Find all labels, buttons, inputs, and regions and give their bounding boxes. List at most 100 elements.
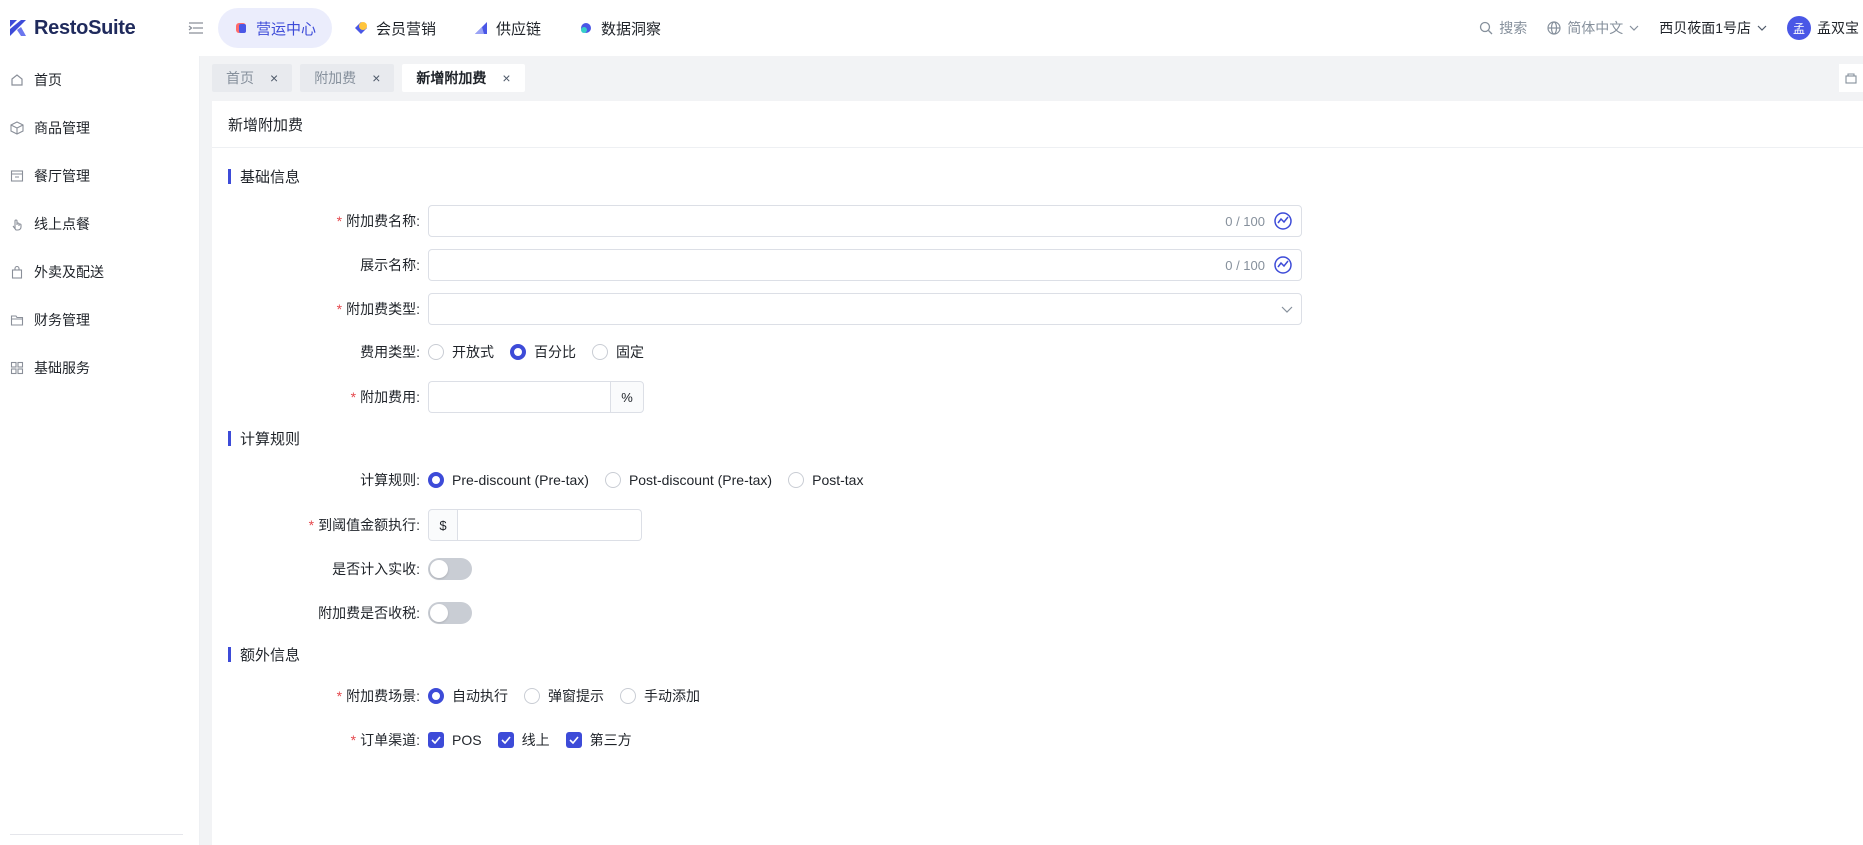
search-button[interactable]: 搜索 [1479, 18, 1527, 38]
display-name-label: 展示名称: [360, 257, 420, 273]
fee-type-fixed-radio[interactable]: 固定 [592, 342, 644, 362]
store-selector[interactable]: 西贝莜面1号店 [1659, 18, 1767, 38]
tab-new-surcharge[interactable]: 新增附加费 × [402, 64, 525, 92]
row-surcharge-name: * 附加费名称: 0 / 100 [212, 205, 1302, 237]
radio-circle [428, 472, 444, 488]
sidebar-item-home[interactable]: 首页 [0, 56, 199, 104]
count-revenue-label: 是否计入实收: [332, 561, 420, 577]
row-threshold: * 到阈值金额执行: $ [212, 509, 642, 541]
radio-label: Pre-discount (Pre-tax) [452, 472, 589, 488]
ai-translate-icon[interactable] [1273, 255, 1293, 275]
tab-home[interactable]: 首页 × [212, 64, 293, 92]
row-fee-type: 费用类型: 开放式 百分比 固定 [212, 336, 644, 368]
threshold-label: * 到阈值金额执行: [212, 515, 428, 535]
user-menu[interactable]: 孟 孟双宝 [1787, 16, 1859, 40]
surcharge-type-select[interactable] [428, 293, 1302, 325]
checkbox-checked-icon [565, 732, 582, 748]
row-calc-rule: 计算规则: Pre-discount (Pre-tax) Post-discou… [212, 464, 863, 496]
taxable-toggle[interactable] [428, 602, 472, 624]
channel-third-party-checkbox[interactable]: 第三方 [565, 730, 632, 750]
fee-type-open-radio[interactable]: 开放式 [428, 342, 494, 362]
sidebar-item-label: 商品管理 [34, 120, 90, 136]
fee-type-percent-radio[interactable]: 百分比 [510, 342, 576, 362]
channel-label: * 订单渠道: [212, 730, 428, 750]
fee-amount-label: * 附加费用: [212, 387, 428, 407]
tab-surcharge[interactable]: 附加费 × [300, 64, 395, 92]
display-name-input[interactable]: 0 / 100 [428, 249, 1302, 281]
top-nav: 营运中心 会员营销 供应链 数据洞察 [218, 8, 677, 48]
search-label: 搜索 [1499, 20, 1528, 36]
calc-rule-radio-group: Pre-discount (Pre-tax) Post-discount (Pr… [428, 472, 863, 488]
scene-auto-radio[interactable]: 自动执行 [428, 686, 508, 706]
close-icon[interactable]: × [372, 70, 380, 86]
store-icon [10, 169, 24, 183]
sidebar-item-finance[interactable]: 财务管理 [0, 296, 199, 344]
taxable-label: 附加费是否收税: [318, 605, 420, 621]
calc-post-discount-radio[interactable]: Post-discount (Pre-tax) [604, 472, 772, 488]
radio-circle [788, 472, 805, 488]
sidebar-item-basic-services[interactable]: 基础服务 [0, 344, 199, 392]
char-count: 0 / 100 [1225, 213, 1265, 229]
surcharge-name-label-text: 附加费名称: [346, 213, 420, 229]
surcharge-name-input[interactable]: 0 / 100 [428, 205, 1302, 237]
page-tabs: 首页 × 附加费 × 新增附加费 × [212, 64, 525, 92]
radio-circle [604, 472, 621, 488]
dollar-prefix: $ [428, 509, 458, 541]
scene-manual-radio[interactable]: 手动添加 [620, 686, 700, 706]
hand-icon [10, 217, 24, 231]
sidebar-item-delivery[interactable]: 外卖及配送 [0, 248, 199, 296]
topnav-operations[interactable]: 营运中心 [218, 8, 333, 48]
sidebar-item-restaurant[interactable]: 餐厅管理 [0, 152, 199, 200]
radio-label: Post-tax [812, 472, 864, 488]
tab-label: 首页 [226, 70, 254, 86]
calc-pre-discount-radio[interactable]: Pre-discount (Pre-tax) [428, 472, 589, 488]
radio-label: 百分比 [534, 344, 576, 360]
globe-icon [1547, 21, 1561, 35]
channel-pos-checkbox[interactable]: POS [428, 732, 482, 748]
chevron-down-icon [1757, 25, 1767, 31]
radio-circle [428, 344, 444, 360]
radio-circle [428, 688, 444, 704]
section-basic-info: 基础信息 [228, 166, 300, 187]
sidebar: 首页 商品管理 餐厅管理 线上点餐 外卖及配送 财务管理 基础服务 [0, 56, 200, 845]
fee-amount-input[interactable] [428, 381, 610, 413]
ai-translate-icon[interactable] [1273, 211, 1293, 231]
scene-radio-group: 自动执行 弹窗提示 手动添加 [428, 686, 700, 706]
tab-menu-icon[interactable] [1839, 64, 1863, 92]
surcharge-type-label: * 附加费类型: [212, 299, 428, 319]
row-taxable: 附加费是否收税: [212, 597, 472, 629]
channel-online-checkbox[interactable]: 线上 [497, 730, 550, 750]
topnav-label: 营运中心 [256, 20, 317, 38]
topnav-supply-chain[interactable]: 供应链 [458, 8, 557, 48]
sidebar-item-products[interactable]: 商品管理 [0, 104, 199, 152]
user-name: 孟双宝 [1817, 20, 1859, 36]
bag-icon [10, 265, 24, 279]
language-selector[interactable]: 简体中文 [1547, 18, 1639, 38]
row-fee-amount: * 附加费用: % [212, 381, 644, 413]
collapse-sidebar-icon[interactable] [186, 18, 206, 38]
topnav-membership[interactable]: 会员营销 [338, 8, 452, 48]
topnav-data-insights[interactable]: 数据洞察 [563, 8, 677, 48]
top-bar: RestoSuite 营运中心 会员营销 供应链 数据洞察 搜索 简体中文 西贝… [0, 0, 1863, 56]
top-right-tools: 搜索 简体中文 西贝莜面1号店 孟 孟双宝 [1479, 16, 1863, 40]
close-icon[interactable]: × [270, 70, 278, 86]
count-revenue-toggle[interactable] [428, 558, 472, 580]
close-icon[interactable]: × [502, 70, 510, 86]
radio-circle [524, 688, 540, 704]
logo[interactable]: RestoSuite [8, 17, 178, 40]
radio-label: 手动添加 [644, 688, 700, 704]
radio-circle [510, 344, 526, 360]
logo-mark-icon [10, 20, 26, 36]
radio-label: 弹窗提示 [548, 688, 604, 704]
threshold-input[interactable] [458, 509, 642, 541]
threshold-label-text: 到阈值金额执行: [318, 517, 420, 533]
scene-popup-radio[interactable]: 弹窗提示 [524, 686, 604, 706]
sidebar-item-label: 首页 [34, 72, 62, 88]
radio-label: 固定 [616, 344, 644, 360]
language-label: 简体中文 [1567, 20, 1624, 36]
topnav-label: 数据洞察 [601, 20, 662, 38]
calc-post-tax-radio[interactable]: Post-tax [788, 472, 863, 488]
checkbox-label: POS [452, 732, 482, 748]
sidebar-item-online-order[interactable]: 线上点餐 [0, 200, 199, 248]
chevron-down-icon [1629, 25, 1639, 31]
